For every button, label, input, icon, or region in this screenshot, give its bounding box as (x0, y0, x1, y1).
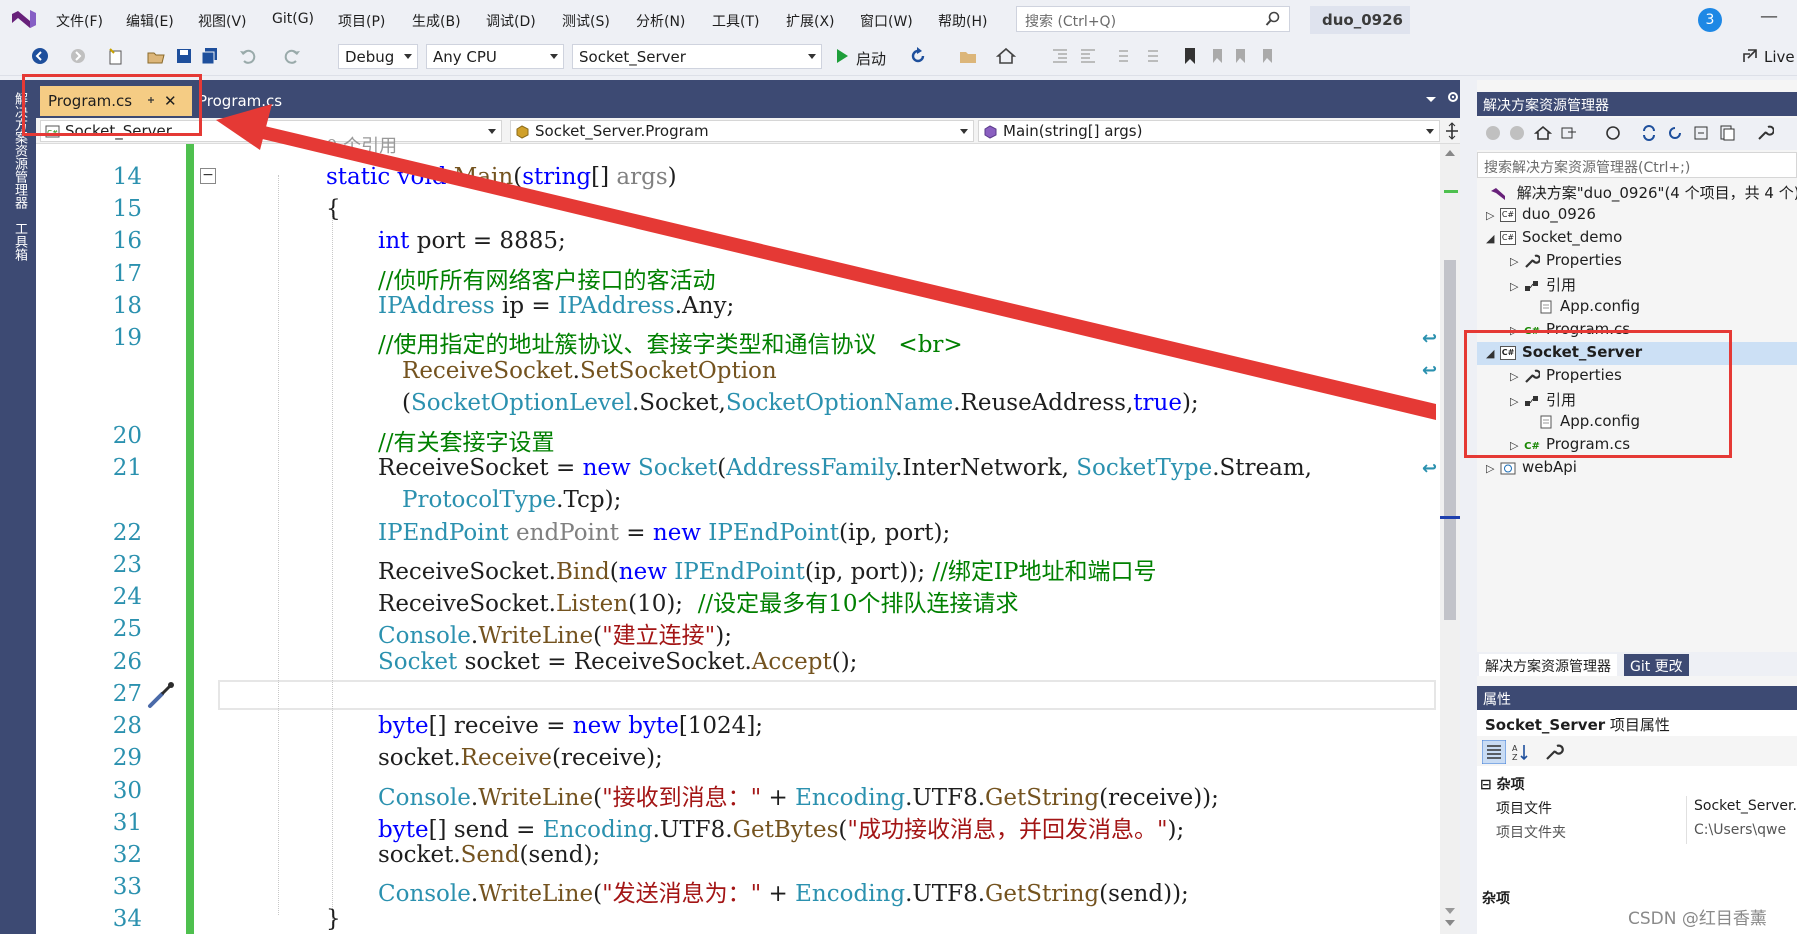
annotation-arrow (216, 104, 1436, 420)
